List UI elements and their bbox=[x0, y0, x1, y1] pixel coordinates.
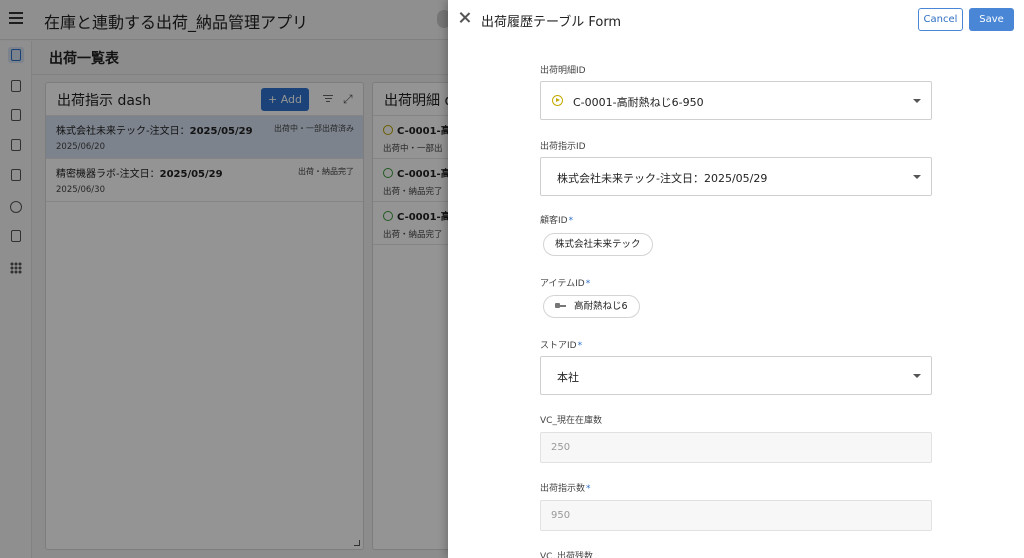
cancel-button[interactable]: Cancel bbox=[918, 8, 963, 31]
item-value: 高耐熱ねじ6 bbox=[574, 301, 628, 312]
current-stock-value: 250 bbox=[551, 442, 571, 453]
detail-id-label: 出荷明細ID bbox=[540, 66, 586, 76]
form-drawer: 出荷履歴テーブル Form Cancel Save 出荷明細ID C-0001-… bbox=[448, 0, 1024, 558]
order-qty-label: 出荷指示数* bbox=[540, 484, 591, 494]
order-id-select[interactable]: 株式会社未来テック-注文日：2025/05/29 bbox=[540, 157, 932, 196]
chevron-down-icon bbox=[913, 374, 921, 378]
current-stock-label: VC_現在在庫数 bbox=[540, 416, 602, 426]
drawer-header: 出荷履歴テーブル Form Cancel Save bbox=[448, 0, 1024, 40]
order-id-value: 株式会社未来テック-注文日：2025/05/29 bbox=[557, 172, 768, 185]
required-mark: * bbox=[568, 216, 574, 226]
detail-id-value: C-0001-高耐熱ねじ6-950 bbox=[573, 96, 704, 109]
form-title: 出荷履歴テーブル Form bbox=[481, 15, 622, 30]
item-id-label: アイテムID* bbox=[540, 279, 591, 289]
close-icon[interactable] bbox=[457, 10, 473, 26]
detail-id-select[interactable]: C-0001-高耐熱ねじ6-950 bbox=[540, 81, 932, 120]
customer-id-label: 顧客ID* bbox=[540, 216, 574, 226]
store-id-select[interactable]: 本社 bbox=[540, 356, 932, 395]
required-mark: * bbox=[585, 279, 591, 289]
chevron-down-icon bbox=[913, 99, 921, 103]
current-stock-field: 250 bbox=[540, 432, 932, 463]
order-qty-value: 950 bbox=[551, 510, 571, 521]
store-id-label: ストアID* bbox=[540, 341, 583, 351]
chevron-down-icon bbox=[913, 175, 921, 179]
customer-chip[interactable]: 株式会社未来テック bbox=[543, 233, 653, 256]
required-mark: * bbox=[577, 341, 583, 351]
customer-value: 株式会社未来テック bbox=[555, 239, 641, 250]
order-id-label: 出荷指示ID bbox=[540, 142, 586, 152]
play-circle-icon bbox=[552, 95, 563, 106]
item-chip[interactable]: 高耐熱ねじ6 bbox=[543, 295, 640, 318]
store-id-value: 本社 bbox=[557, 371, 579, 384]
save-button[interactable]: Save bbox=[969, 8, 1014, 31]
screw-icon bbox=[555, 303, 566, 309]
required-mark: * bbox=[586, 484, 591, 494]
remaining-label: VC_出荷残数 bbox=[540, 552, 593, 558]
order-qty-field[interactable]: 950 bbox=[540, 500, 932, 531]
